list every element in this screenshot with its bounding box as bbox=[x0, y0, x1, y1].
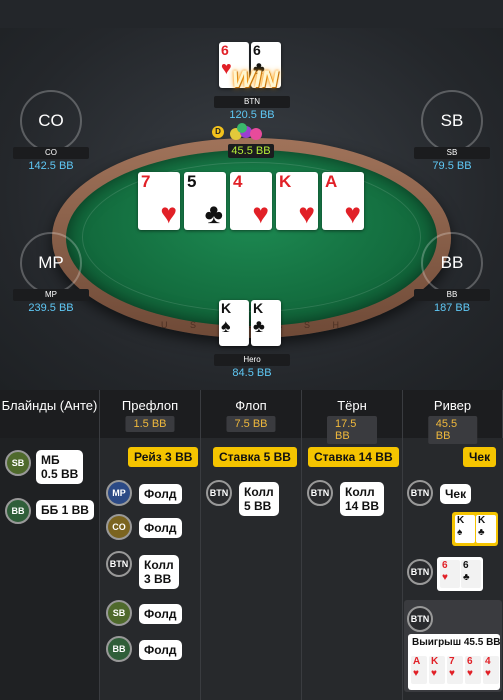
hero-show-card-1: K ♠ bbox=[455, 515, 475, 543]
win-hand-card-5: 4 ♥ bbox=[483, 656, 499, 684]
flop-tag: Ставка 5 BB bbox=[213, 447, 297, 467]
btn-show-card-2: 6 ♣ bbox=[461, 560, 481, 588]
board-card-5: A ♥ bbox=[322, 172, 364, 230]
col-river-header: Ривер 45.5 BB bbox=[403, 390, 503, 444]
col-blinds-header: Блайнды (Анте) bbox=[0, 390, 100, 438]
seat-hero: Hero 84.5 BB bbox=[214, 354, 290, 380]
dealer-button: D bbox=[212, 126, 224, 138]
pos-badge-btn: BTN bbox=[106, 551, 132, 577]
win-hand-card-3: 7 ♥ bbox=[447, 656, 463, 684]
pot-chips-icon bbox=[230, 123, 262, 140]
seat-btn[interactable]: BTN 120.5 BB bbox=[214, 96, 290, 122]
col-preflop-header: Префлоп 1.5 BB bbox=[100, 390, 201, 438]
river-tag: Чек bbox=[463, 447, 497, 467]
action-bubble: Фолд bbox=[139, 518, 182, 538]
board-card-3: 4 ♥ bbox=[230, 172, 272, 230]
action-bubble: ББ 1 BB bbox=[36, 500, 94, 520]
action-bubble: Колл 14 BB bbox=[340, 482, 385, 516]
hero-hole-card-2: K ♣ bbox=[251, 300, 281, 346]
pos-badge-sb: SB bbox=[5, 450, 31, 476]
win-hand-card-4: 6 ♥ bbox=[465, 656, 481, 684]
action-bubble: Фолд bbox=[139, 484, 182, 504]
seat-stack: 120.5 BB bbox=[229, 109, 275, 121]
btn-show-card-1: 6 ♥ bbox=[440, 560, 460, 588]
col-turn bbox=[302, 438, 403, 700]
top-bar bbox=[0, 0, 503, 28]
seat-sb: SB 79.5 BB bbox=[414, 147, 490, 173]
turn-tag: Ставка 14 BB bbox=[308, 447, 399, 467]
preflop-tag: Рейз 3 BB bbox=[128, 447, 199, 467]
pos-badge-sb: SB bbox=[106, 600, 132, 626]
pos-badge-btn: BTN bbox=[206, 480, 232, 506]
board-card-2: 5 ♣ bbox=[184, 172, 226, 230]
seat-co: CO 142.5 BB bbox=[13, 147, 89, 173]
col-turn-header: Тёрн 17.5 BB bbox=[302, 390, 403, 444]
pos-badge-btn: BTN bbox=[407, 606, 433, 632]
action-bubble: Фолд bbox=[139, 640, 182, 660]
pot-amount: 45.5 BB bbox=[228, 144, 274, 158]
hero-hole-card-1: K ♠ bbox=[219, 300, 249, 346]
pos-badge-mp: MP bbox=[106, 480, 132, 506]
board-card-1: 7 ♥ bbox=[138, 172, 180, 230]
action-bubble: Чек bbox=[440, 484, 472, 504]
action-bubble: Фолд bbox=[139, 604, 182, 624]
action-bubble: Колл 3 BB bbox=[139, 555, 179, 589]
seat-name: BTN bbox=[214, 96, 290, 108]
col-flop-header: Флоп 7.5 BB bbox=[201, 390, 302, 438]
seat-bb-avatar[interactable]: BB bbox=[421, 232, 483, 294]
seat-sb-avatar[interactable]: SB bbox=[421, 90, 483, 152]
win-hand-card-2: K ♥ bbox=[429, 656, 445, 684]
board-card-4: K ♥ bbox=[276, 172, 318, 230]
seat-co-avatar[interactable]: CO bbox=[20, 90, 82, 152]
winner-text: Выигрыш 45.5 BB bbox=[412, 637, 501, 648]
pos-badge-co: CO bbox=[106, 514, 132, 540]
win-badge: WIN bbox=[231, 66, 279, 93]
seat-mp: MP 239.5 BB bbox=[13, 289, 89, 315]
pos-badge-btn: BTN bbox=[307, 480, 333, 506]
seat-bb: BB 187 BB bbox=[414, 289, 490, 315]
action-bubble: Колл 5 BB bbox=[239, 482, 279, 516]
action-bubble: МБ 0.5 BB bbox=[36, 450, 84, 484]
pos-badge-btn: BTN bbox=[407, 559, 433, 585]
pos-badge-bb: BB bbox=[5, 498, 31, 524]
hero-show-card-2: K ♣ bbox=[476, 515, 496, 543]
seat-mp-avatar[interactable]: MP bbox=[20, 232, 82, 294]
pos-badge-bb: BB bbox=[106, 636, 132, 662]
pos-badge-btn: BTN bbox=[407, 480, 433, 506]
col-flop bbox=[201, 438, 302, 700]
win-hand-card-1: A ♥ bbox=[411, 656, 427, 684]
